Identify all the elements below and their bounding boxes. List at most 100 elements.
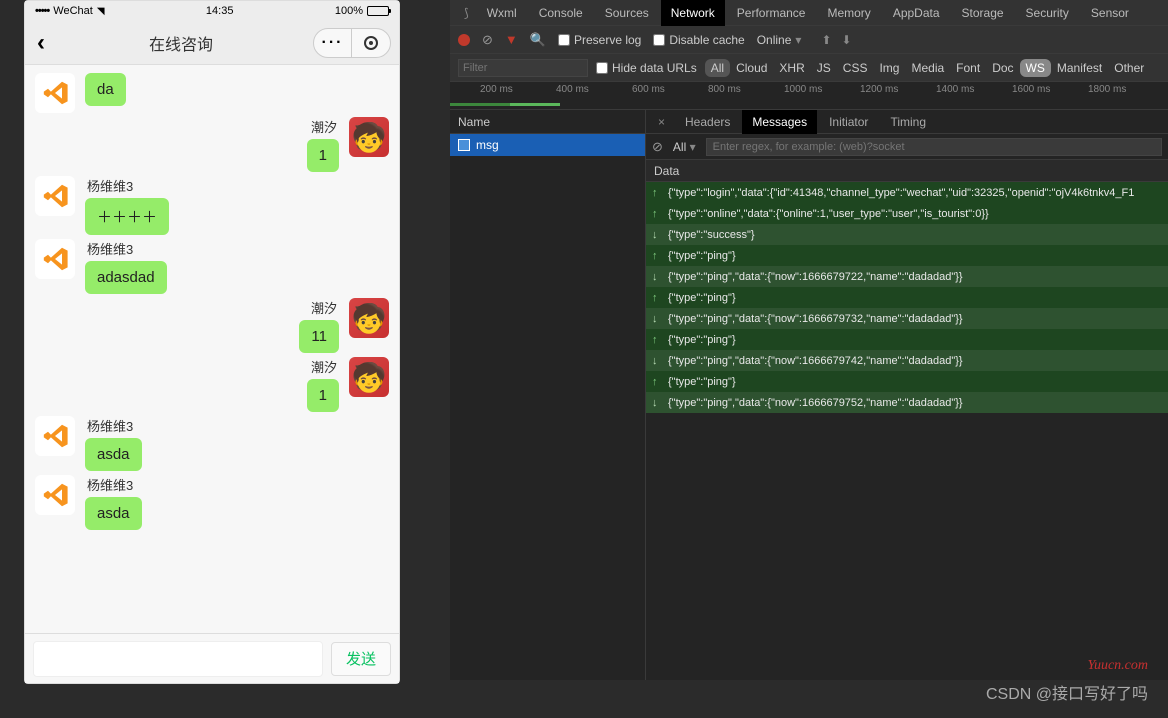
devtools-tab-storage[interactable]: Storage xyxy=(952,0,1014,26)
filter-pill-cloud[interactable]: Cloud xyxy=(730,59,773,77)
ws-frame-row[interactable]: ↑{"type":"login","data":{"id":41348,"cha… xyxy=(646,182,1168,203)
devtools-tab-memory[interactable]: Memory xyxy=(817,0,880,26)
timeline-tick: 1800 ms xyxy=(1088,84,1126,95)
filter-all-select[interactable]: All ▾ xyxy=(673,140,696,154)
regex-filter-input[interactable] xyxy=(706,138,1162,156)
preserve-log-checkbox[interactable]: Preserve log xyxy=(558,33,641,47)
target-icon xyxy=(364,36,378,50)
filter-pill-ws[interactable]: WS xyxy=(1020,59,1051,77)
devtools-tab-security[interactable]: Security xyxy=(1016,0,1079,26)
message-input[interactable] xyxy=(33,641,323,677)
timeline-tick: 1400 ms xyxy=(936,84,974,95)
arrow-up-icon: ↑ xyxy=(652,208,662,220)
back-button[interactable]: ‹ xyxy=(33,29,49,57)
page-title: 在线咨询 xyxy=(149,31,213,55)
status-bar: ••••• WeChat ◥ 14:35 100% xyxy=(25,1,399,21)
ws-frame-row[interactable]: ↑ {"type":"ping"} xyxy=(646,287,1168,308)
devtools-tab-appdata[interactable]: AppData xyxy=(883,0,950,26)
wifi-icon: ◥ xyxy=(97,6,105,17)
upload-icon[interactable]: ⬆ xyxy=(821,33,831,47)
ws-frame-row[interactable]: ↓{"type":"ping","data":{"now":1666679732… xyxy=(646,308,1168,329)
ws-frame-row[interactable]: ↓{"type":"ping","data":{"now":1666679752… xyxy=(646,392,1168,413)
arrow-up-icon: ↑ xyxy=(652,334,662,346)
inspect-icon[interactable]: ⟆ xyxy=(458,6,475,20)
detail-tab-initiator[interactable]: Initiator xyxy=(819,110,878,134)
message-bubble: 1 xyxy=(307,379,339,412)
record-button[interactable] xyxy=(458,34,470,46)
close-button[interactable] xyxy=(352,29,390,57)
chat-message: 杨维维3adasdad xyxy=(35,239,389,294)
frame-payload: {"type":"online","data":{"online":1,"use… xyxy=(668,208,989,220)
arrow-up-icon: ↑ xyxy=(652,250,662,262)
filter-pill-manifest[interactable]: Manifest xyxy=(1051,59,1108,77)
hide-data-urls-checkbox[interactable]: Hide data URLs xyxy=(596,61,697,75)
devtools-tab-sources[interactable]: Sources xyxy=(595,0,659,26)
clear-button[interactable]: ⊘ xyxy=(482,32,493,48)
download-icon[interactable]: ⬇ xyxy=(842,33,852,47)
chat-message: 潮汐1🧒 xyxy=(35,117,389,172)
ws-frame-row[interactable]: ↑{"type":"ping"} xyxy=(646,371,1168,392)
detail-tab-messages[interactable]: Messages xyxy=(742,110,817,134)
menu-button[interactable]: ··· xyxy=(314,29,352,57)
filter-pill-media[interactable]: Media xyxy=(905,59,950,77)
ws-frame-row[interactable]: ↑ {"type":"ping"} xyxy=(646,329,1168,350)
filter-icon[interactable]: ▼ xyxy=(505,32,518,47)
timeline-tick: 400 ms xyxy=(556,84,589,95)
ws-frame-row[interactable]: ↓{"type":"ping","data":{"now":1666679722… xyxy=(646,266,1168,287)
close-detail-button[interactable]: × xyxy=(650,115,673,129)
frame-payload: {"type":"ping"} xyxy=(668,334,736,346)
detail-tab-headers[interactable]: Headers xyxy=(675,110,740,134)
search-icon[interactable]: 🔍 xyxy=(530,32,546,48)
sender-name: 潮汐 xyxy=(309,298,339,317)
request-detail: × HeadersMessagesInitiatorTiming ⊘ All ▾… xyxy=(646,110,1168,680)
clock: 14:35 xyxy=(206,5,234,17)
devtools-tab-console[interactable]: Console xyxy=(529,0,593,26)
filter-input[interactable] xyxy=(458,59,588,77)
devtools-tab-wxml[interactable]: Wxml xyxy=(477,0,527,26)
ws-frame-row[interactable]: ↓{"type":"success"} xyxy=(646,224,1168,245)
filter-pill-all[interactable]: All xyxy=(705,59,730,77)
timeline[interactable]: 200 ms400 ms600 ms800 ms1000 ms1200 ms14… xyxy=(450,82,1168,110)
carrier-label: WeChat xyxy=(53,5,93,17)
filter-pill-css[interactable]: CSS xyxy=(837,59,874,77)
frame-payload: {"type":"ping","data":{"now":1666679722,… xyxy=(668,271,963,283)
sender-name: 杨维维3 xyxy=(85,416,142,435)
watermark: Yuucn.com xyxy=(1087,658,1148,674)
devtools-tab-performance[interactable]: Performance xyxy=(727,0,816,26)
detail-tab-timing[interactable]: Timing xyxy=(880,110,936,134)
arrow-up-icon: ↑ xyxy=(652,187,662,199)
arrow-down-icon: ↓ xyxy=(652,397,662,409)
arrow-up-icon: ↑ xyxy=(652,292,662,304)
devtools-tab-sensor[interactable]: Sensor xyxy=(1081,0,1139,26)
filter-pill-other[interactable]: Other xyxy=(1108,59,1150,77)
timeline-tick: 1000 ms xyxy=(784,84,822,95)
timeline-tick: 600 ms xyxy=(632,84,665,95)
ws-frame-row[interactable]: ↑{"type":"ping"} xyxy=(646,245,1168,266)
filter-pill-img[interactable]: Img xyxy=(873,59,905,77)
chat-scroll[interactable]: da潮汐1🧒杨维维3＋＋＋＋杨维维3adasdad潮汐11🧒潮汐1🧒杨维维3as… xyxy=(25,65,399,635)
send-button[interactable]: 发送 xyxy=(331,642,391,676)
ws-frame-row[interactable]: ↓{"type":"ping","data":{"now":1666679742… xyxy=(646,350,1168,371)
clear-messages-button[interactable]: ⊘ xyxy=(652,139,663,155)
ws-frame-row[interactable]: ↑ {"type":"online","data":{"online":1,"us… xyxy=(646,203,1168,224)
chat-message: da xyxy=(35,73,389,113)
chat-message: 潮汐1🧒 xyxy=(35,357,389,412)
message-bubble: ＋＋＋＋ xyxy=(85,198,169,235)
devtools-tab-network[interactable]: Network xyxy=(661,0,725,26)
filter-pill-doc[interactable]: Doc xyxy=(986,59,1019,77)
input-bar: 发送 xyxy=(25,633,399,683)
avatar xyxy=(35,176,75,216)
avatar xyxy=(35,239,75,279)
filter-pill-font[interactable]: Font xyxy=(950,59,986,77)
filter-pill-js[interactable]: JS xyxy=(811,59,837,77)
disable-cache-checkbox[interactable]: Disable cache xyxy=(653,33,744,47)
name-column-header: Name xyxy=(450,110,645,134)
sender-name: 潮汐 xyxy=(309,117,339,136)
message-bubble: da xyxy=(85,73,126,106)
filter-pill-xhr[interactable]: XHR xyxy=(773,59,810,77)
message-bubble: 1 xyxy=(307,139,339,172)
request-row[interactable]: msg xyxy=(450,134,645,156)
frame-payload: {"type":"ping"} xyxy=(668,292,736,304)
throttling-select[interactable]: Online▾ xyxy=(757,33,802,47)
arrow-down-icon: ↓ xyxy=(652,313,662,325)
